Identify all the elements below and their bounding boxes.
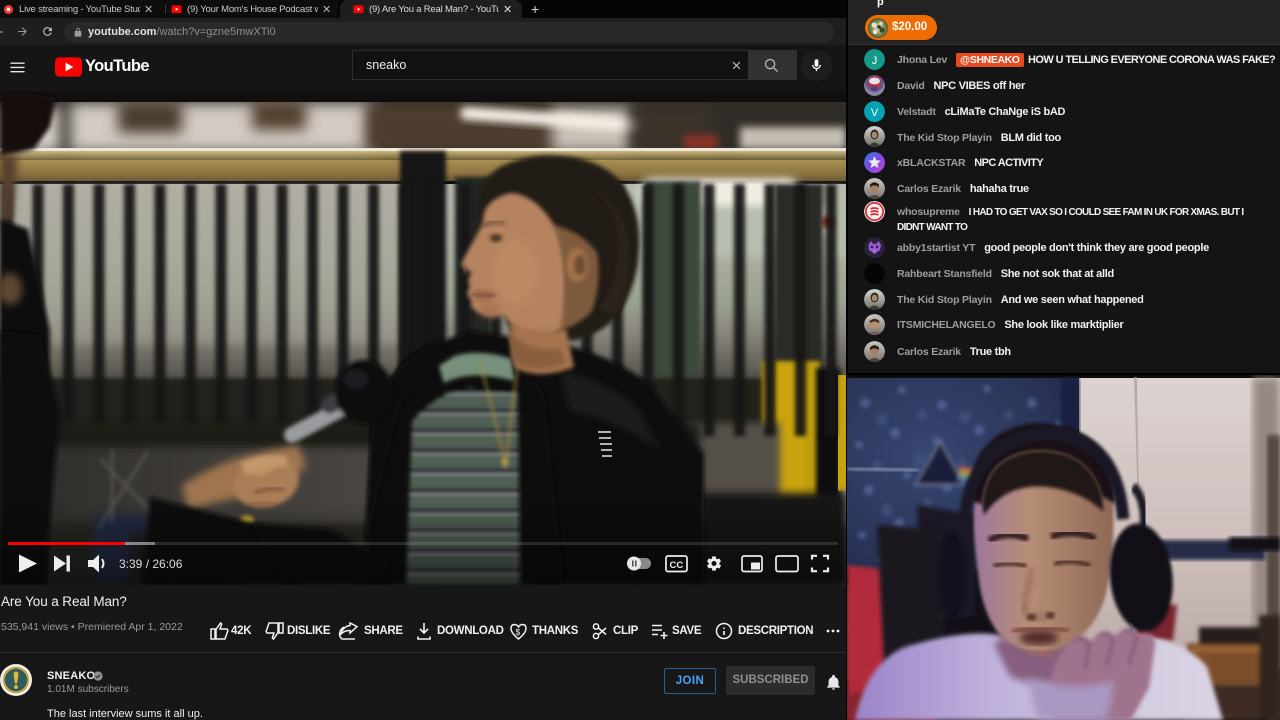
svg-text:V: V [871,107,879,119]
svg-text:J: J [872,55,878,67]
svg-text:3:39 / 26:06: 3:39 / 26:06 [119,557,183,571]
svg-text:$: $ [516,627,521,637]
svg-text:CC: CC [670,560,684,571]
